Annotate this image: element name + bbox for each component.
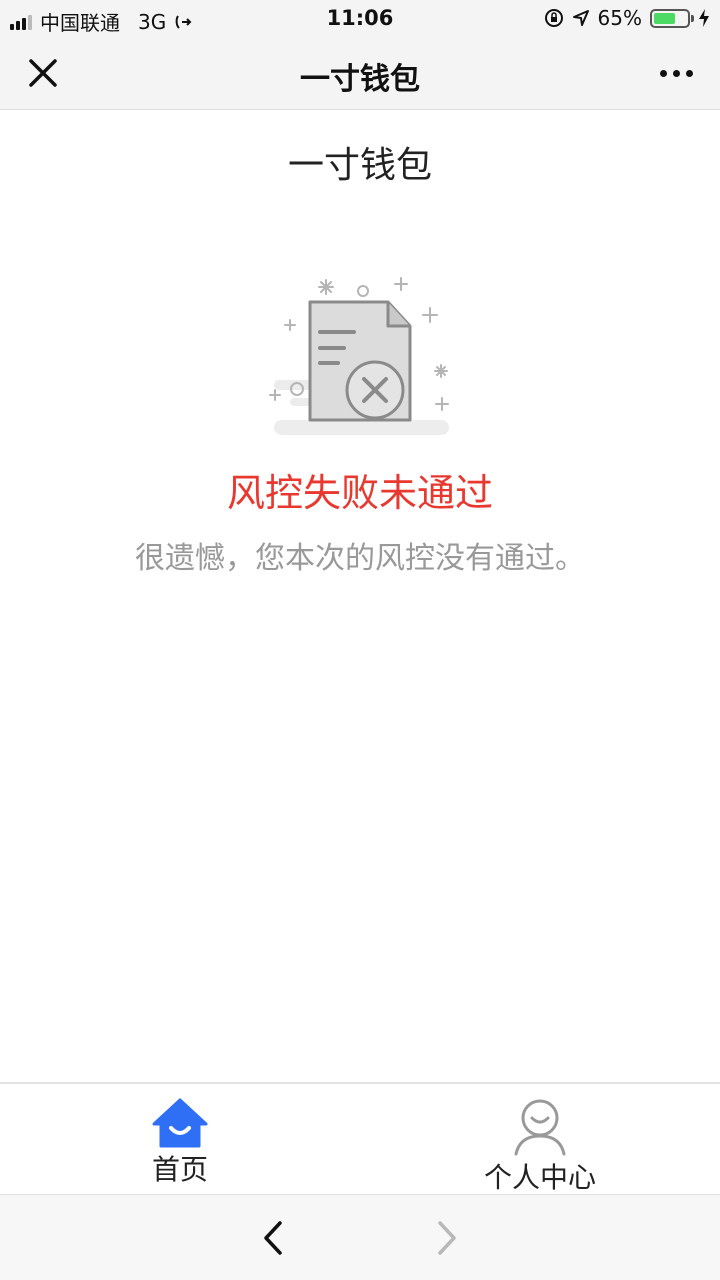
nav-title: 一寸钱包 xyxy=(300,62,420,97)
battery-icon xyxy=(650,8,694,28)
tab-home[interactable]: 首页 xyxy=(0,1084,360,1194)
back-button[interactable] xyxy=(254,1215,294,1261)
tab-profile[interactable]: 个人中心 xyxy=(360,1084,720,1194)
more-icon-dot xyxy=(672,69,680,77)
home-icon xyxy=(152,1098,208,1148)
battery-percent: 65% xyxy=(597,6,642,30)
location-icon xyxy=(572,10,589,26)
battery-fill xyxy=(654,12,675,24)
fail-description: 很遗憾，您本次的风控没有通过。 xyxy=(135,541,585,576)
status-right: 65% xyxy=(544,6,710,30)
browser-toolbar xyxy=(0,1194,720,1280)
chevron-left-icon xyxy=(264,1221,282,1255)
more-icon-dot xyxy=(685,69,693,77)
forward-button xyxy=(426,1215,466,1261)
nav-bar: 一寸钱包 xyxy=(0,36,720,110)
chevron-right-icon xyxy=(438,1221,456,1255)
fail-title: 风控失败未通过 xyxy=(226,471,493,515)
tab-profile-label: 个人中心 xyxy=(483,1161,596,1194)
rotation-lock-icon xyxy=(544,9,563,27)
charging-icon xyxy=(699,9,709,27)
status-bar: 中国联通 3G 11:06 65% xyxy=(0,0,720,36)
user-icon xyxy=(514,1099,566,1156)
more-icon xyxy=(659,69,667,77)
page-heading: 一寸钱包 xyxy=(287,145,432,186)
more-button[interactable] xyxy=(652,58,700,88)
tab-bar: 首页 个人中心 xyxy=(0,1082,720,1194)
tab-home-label: 首页 xyxy=(151,1153,208,1186)
document-error-icon xyxy=(269,277,449,435)
